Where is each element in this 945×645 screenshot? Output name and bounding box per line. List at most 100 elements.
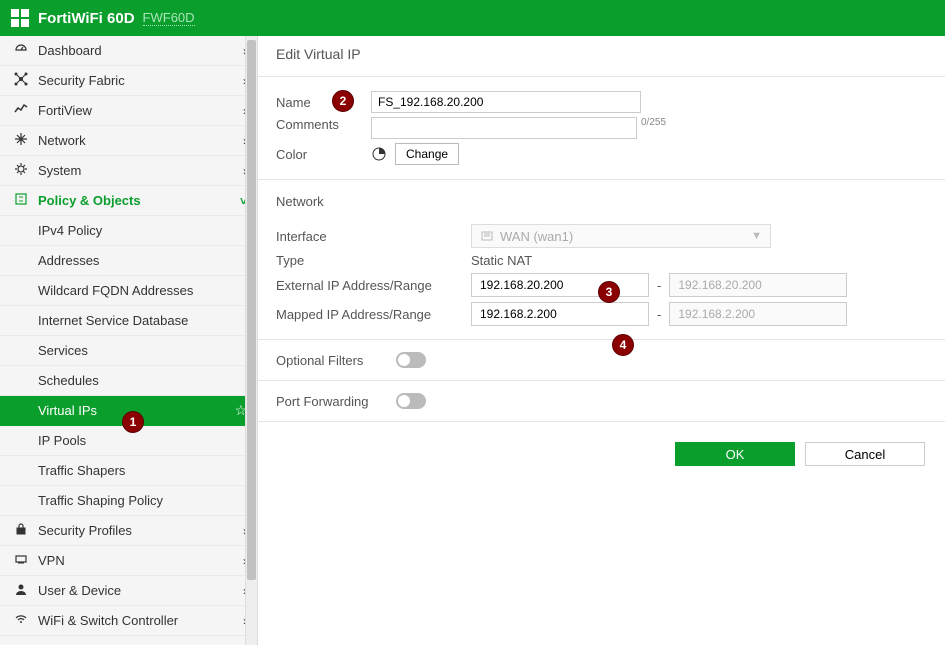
nav-label: Security Fabric	[38, 73, 243, 88]
mapped-ip-row: Mapped IP Address/Range -	[258, 302, 945, 326]
lock-icon	[12, 522, 30, 539]
nav-user-device[interactable]: User & Device ›	[0, 576, 257, 606]
type-row: Type Static NAT	[258, 253, 945, 268]
color-swatch-icon	[371, 146, 387, 162]
port-forwarding-toggle[interactable]	[396, 393, 426, 409]
subnav-label: IPv4 Policy	[38, 223, 247, 238]
external-ip-label: External IP Address/Range	[276, 278, 471, 293]
comments-input[interactable]	[371, 117, 637, 139]
optional-filters-row: Optional Filters	[258, 340, 945, 380]
port-forwarding-label: Port Forwarding	[276, 394, 396, 409]
optional-filters-label: Optional Filters	[276, 353, 396, 368]
interface-row: Interface WAN (wan1) ▼	[258, 224, 945, 248]
subnav-traffic-shapers[interactable]: Traffic Shapers	[0, 456, 257, 486]
main-layout: Dashboard › Security Fabric › FortiView …	[0, 36, 945, 645]
user-icon	[12, 582, 30, 599]
page-title: Edit Virtual IP	[258, 42, 945, 76]
cancel-button[interactable]: Cancel	[805, 442, 925, 466]
nav-security-fabric[interactable]: Security Fabric ›	[0, 66, 257, 96]
comments-row: Comments 0/255	[258, 117, 945, 139]
interface-label: Interface	[276, 229, 471, 244]
nav-wifi-switch[interactable]: WiFi & Switch Controller ›	[0, 606, 257, 636]
nav-fortiview[interactable]: FortiView ›	[0, 96, 257, 126]
color-label: Color	[276, 147, 371, 162]
chart-icon	[12, 102, 30, 119]
nav-label: Security Profiles	[38, 523, 243, 538]
sidebar-scrollbar[interactable]	[245, 36, 257, 645]
name-label: Name	[276, 95, 371, 110]
nav-label: WiFi & Switch Controller	[38, 613, 243, 628]
network-section-header: Network	[258, 180, 945, 219]
annotation-badge-3: 3	[598, 281, 620, 303]
policy-icon	[12, 192, 30, 209]
name-row: Name	[258, 91, 945, 113]
nav-system[interactable]: System ›	[0, 156, 257, 186]
brand-logo-icon	[10, 8, 30, 28]
nav-label: Network	[38, 133, 243, 148]
annotation-badge-2: 2	[332, 90, 354, 112]
mapped-ip-start-input[interactable]	[471, 302, 649, 326]
subnav-label: Services	[38, 343, 247, 358]
header-title: FortiWiFi 60D	[38, 10, 135, 27]
subnav-label: Traffic Shapers	[38, 463, 247, 478]
wifi-icon	[12, 612, 30, 629]
subnav-schedules[interactable]: Schedules	[0, 366, 257, 396]
external-ip-end-input[interactable]	[669, 273, 847, 297]
subnav-label: Traffic Shaping Policy	[38, 493, 247, 508]
nav-security-profiles[interactable]: Security Profiles ›	[0, 516, 257, 546]
nav-label: Dashboard	[38, 43, 243, 58]
subnav-services[interactable]: Services	[0, 336, 257, 366]
network-icon	[12, 132, 30, 149]
app-header: FortiWiFi 60D FWF60D	[0, 0, 945, 36]
vpn-icon	[12, 552, 30, 569]
external-ip-start-input[interactable]	[471, 273, 649, 297]
subnav-label: Internet Service Database	[38, 313, 247, 328]
subnav-addresses[interactable]: Addresses	[0, 246, 257, 276]
subnav-label: Wildcard FQDN Addresses	[38, 283, 247, 298]
port-forwarding-row: Port Forwarding	[258, 381, 945, 421]
nav-label: VPN	[38, 553, 243, 568]
annotation-badge-4: 4	[612, 334, 634, 356]
gear-icon	[12, 162, 30, 179]
subnav-wildcard-fqdn[interactable]: Wildcard FQDN Addresses	[0, 276, 257, 306]
scrollbar-thumb[interactable]	[247, 40, 256, 580]
dropdown-arrow-icon: ▼	[751, 230, 762, 242]
subnav-label: Addresses	[38, 253, 247, 268]
subnav-label: IP Pools	[38, 433, 247, 448]
subnav-traffic-shaping-policy[interactable]: Traffic Shaping Policy	[0, 486, 257, 516]
fabric-icon	[12, 72, 30, 89]
subnav-internet-service-db[interactable]: Internet Service Database	[0, 306, 257, 336]
type-value: Static NAT	[471, 253, 532, 268]
nav-label: User & Device	[38, 583, 243, 598]
mapped-ip-end-input[interactable]	[669, 302, 847, 326]
mapped-ip-label: Mapped IP Address/Range	[276, 307, 471, 322]
button-row: OK Cancel	[258, 422, 945, 466]
nav-policy-objects[interactable]: Policy & Objects ˅	[0, 186, 257, 216]
subnav-label: Schedules	[38, 373, 247, 388]
range-separator: -	[657, 278, 661, 293]
ok-button[interactable]: OK	[675, 442, 795, 466]
color-row: Color Change	[258, 143, 945, 165]
nav-network[interactable]: Network ›	[0, 126, 257, 156]
dashboard-icon	[12, 42, 30, 59]
nav-label: System	[38, 163, 243, 178]
optional-filters-toggle[interactable]	[396, 352, 426, 368]
nav-vpn[interactable]: VPN ›	[0, 546, 257, 576]
range-separator: -	[657, 307, 661, 322]
annotation-badge-1: 1	[122, 411, 144, 433]
subnav-ipv4-policy[interactable]: IPv4 Policy	[0, 216, 257, 246]
type-label: Type	[276, 253, 471, 268]
char-count: 0/255	[641, 117, 666, 128]
nav-dashboard[interactable]: Dashboard ›	[0, 36, 257, 66]
change-color-button[interactable]: Change	[395, 143, 459, 165]
comments-label: Comments	[276, 117, 371, 132]
interface-value: WAN (wan1)	[500, 229, 573, 244]
main-content: Edit Virtual IP Name Comments 0/255 Colo…	[258, 36, 945, 645]
interface-icon	[480, 229, 494, 243]
sidebar: Dashboard › Security Fabric › FortiView …	[0, 36, 258, 645]
nav-label: Policy & Objects	[38, 193, 240, 208]
header-subtitle[interactable]: FWF60D	[143, 10, 195, 26]
nav-label: FortiView	[38, 103, 243, 118]
interface-select[interactable]: WAN (wan1) ▼	[471, 224, 771, 248]
name-input[interactable]	[371, 91, 641, 113]
